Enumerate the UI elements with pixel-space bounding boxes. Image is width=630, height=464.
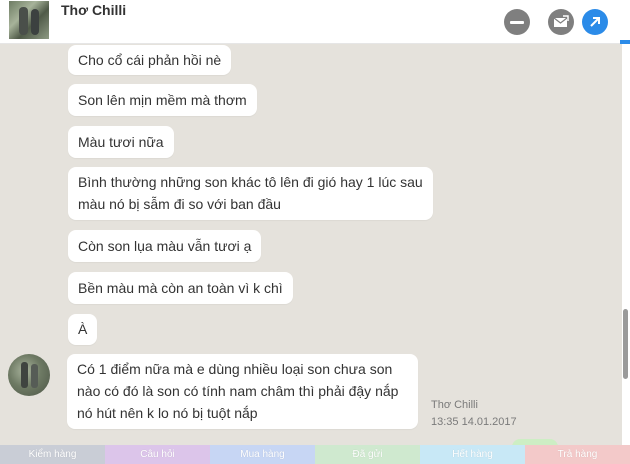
tag-het-hang[interactable]: Hết hàng bbox=[420, 445, 525, 464]
message-text: Cho cổ cái phản hồi nè bbox=[78, 52, 222, 68]
tag-kiem-hang[interactable]: Kiểm hàng bbox=[0, 445, 105, 464]
message-bubble: Bền màu mà còn an toàn vì k chì bbox=[68, 272, 293, 304]
message-text-line: Bình thường những son khác tô lên đi gió… bbox=[78, 174, 423, 190]
message-text: Còn son lụa màu vẫn tươi ạ bbox=[78, 238, 252, 254]
message-timestamp: 13:35 14.01.2017 bbox=[431, 416, 517, 428]
open-external-button[interactable] bbox=[582, 9, 608, 35]
message-text: Bền màu mà còn an toàn vì k chì bbox=[78, 280, 283, 296]
scrollbar-track[interactable] bbox=[622, 44, 630, 445]
quick-tag-bar: Kiểm hàng Câu hỏi Mua hàng Đã gửi Hết hà… bbox=[0, 445, 630, 464]
message-bubble: Còn son lụa màu vẫn tươi ạ bbox=[68, 230, 262, 262]
message-bubble: À bbox=[68, 314, 98, 345]
sender-avatar[interactable] bbox=[8, 354, 50, 396]
tag-cau-hoi[interactable]: Câu hỏi bbox=[105, 445, 210, 464]
message-text: Son lên mịn mềm mà thơm bbox=[78, 92, 247, 108]
message-bubble: Son lên mịn mềm mà thơm bbox=[68, 84, 257, 116]
message-text-line: nó hút nên k lo nó bị tuột nắp bbox=[77, 405, 258, 421]
message-list[interactable]: Cho cổ cái phản hồi nè Son lên mịn mềm m… bbox=[0, 44, 622, 445]
minimize-button[interactable] bbox=[504, 9, 530, 35]
mail-icon bbox=[553, 15, 569, 27]
message-bubble: Có 1 điểm nữa mà e dùng nhiều loại son c… bbox=[67, 354, 418, 429]
message-bubble: Cho cổ cái phản hồi nè bbox=[68, 45, 232, 75]
mail-button[interactable] bbox=[548, 9, 574, 35]
message-text-line: màu nó bị sẫm đi so với ban đầu bbox=[78, 196, 281, 212]
tag-da-gui[interactable]: Đã gửi bbox=[315, 445, 420, 464]
tag-tra-hang[interactable]: Trả hàng bbox=[525, 445, 630, 464]
contact-avatar[interactable] bbox=[9, 1, 49, 39]
minimize-icon bbox=[510, 20, 524, 24]
message-sender-name: Thơ Chilli bbox=[431, 399, 478, 411]
open-external-icon bbox=[590, 17, 600, 27]
message-bubble: Màu tươi nữa bbox=[68, 126, 174, 158]
message-bubble: Bình thường những son khác tô lên đi gió… bbox=[68, 167, 433, 220]
message-text: À bbox=[78, 321, 88, 337]
message-text-line: nào có đó là son có tính nam châm thì ph… bbox=[77, 383, 399, 399]
contact-name[interactable]: Thơ Chilli bbox=[61, 2, 126, 18]
tag-mua-hang[interactable]: Mua hàng bbox=[210, 445, 315, 464]
chat-header: Thơ Chilli bbox=[0, 0, 630, 44]
message-text-line: Có 1 điểm nữa mà e dùng nhiều loại son c… bbox=[77, 361, 393, 377]
message-text: Màu tươi nữa bbox=[78, 134, 164, 150]
scrollbar-thumb[interactable] bbox=[623, 309, 628, 379]
